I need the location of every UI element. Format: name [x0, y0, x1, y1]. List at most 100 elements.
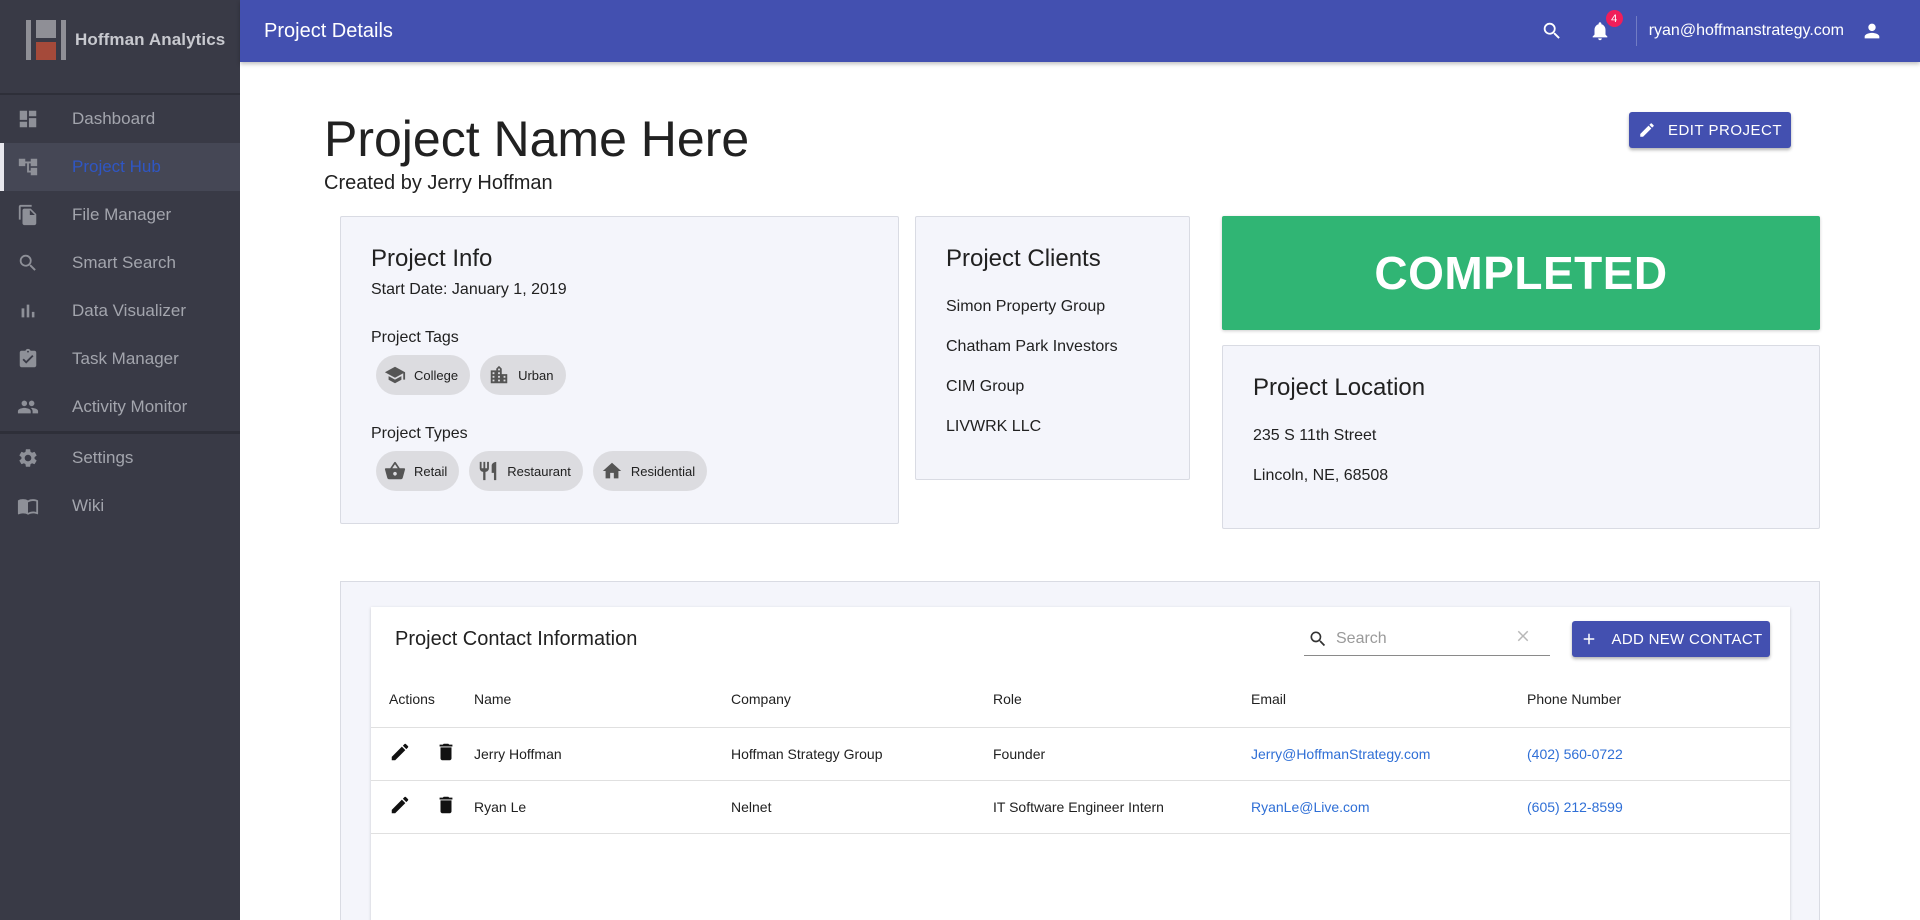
task-icon [16, 347, 40, 371]
sidebar-item-task-manager[interactable]: Task Manager [0, 335, 240, 383]
book-icon [16, 494, 40, 518]
project-types-label: Project Types [371, 425, 468, 442]
topbar-actions: 4 ryan@hoffmanstrategy.com [1540, 0, 1920, 62]
account-icon[interactable] [1860, 19, 1884, 43]
chip-label: College [414, 367, 459, 383]
chip-label: Residential [630, 463, 696, 479]
project-info-title: Project Info [371, 245, 493, 272]
search-icon[interactable] [1540, 19, 1564, 43]
address: 235 S 11th Street Lincoln, NE, 68508 [1253, 416, 1789, 496]
user-email[interactable]: ryan@hoffmanstrategy.com [1649, 22, 1844, 40]
column-header[interactable]: Actions [371, 671, 474, 728]
type-chip-retail[interactable]: Retail [376, 451, 460, 491]
client-item: Simon Property Group [946, 298, 1106, 315]
sidebar-item-dashboard[interactable]: Dashboard [0, 95, 240, 143]
brand[interactable]: Hoffman Analytics [0, 0, 240, 80]
address-line-2: Lincoln, NE, 68508 [1253, 467, 1389, 484]
client-item: LIVWRK LLC [946, 418, 1042, 435]
project-tags: College Urban [371, 355, 868, 395]
project-location-card: Project Location 235 S 11th Street Linco… [1222, 345, 1820, 529]
add-new-contact-button[interactable]: ADD NEW CONTACT [1572, 621, 1770, 657]
tag-chip-urban[interactable]: Urban [480, 355, 566, 395]
gear-icon [16, 446, 40, 470]
client-item: Chatham Park Investors [946, 338, 1118, 355]
type-chip-residential[interactable]: Residential [592, 451, 708, 491]
pencil-icon [1640, 123, 1654, 137]
notifications-button[interactable]: 4 [1588, 10, 1623, 43]
divider [0, 80, 240, 95]
cell-role: IT Software Engineer Intern [993, 780, 1251, 834]
sidebar-item-label: Wiki [72, 496, 105, 515]
sidebar-item-label: Activity Monitor [72, 397, 188, 416]
email-link[interactable]: Jerry@HoffmanStrategy.com [1251, 746, 1430, 762]
row-actions [371, 727, 474, 781]
cell-phone: (605) 212-8599 [1527, 780, 1790, 834]
search-icon [1310, 631, 1326, 646]
pencil-icon[interactable] [389, 794, 411, 816]
pencil-icon[interactable] [389, 741, 411, 763]
project-types: Retail Restaurant Residential [371, 451, 868, 491]
project-clients-card: Project Clients Simon Property Group Cha… [915, 216, 1190, 480]
sidebar-item-label: Dashboard [72, 109, 156, 128]
table-row: Jerry Hoffman Hoffman Strategy Group Fou… [371, 727, 1790, 781]
brand-name: Hoffman Analytics [75, 30, 226, 49]
chip-label: Restaurant [507, 463, 571, 479]
home-icon [602, 462, 622, 479]
trash-icon[interactable] [435, 741, 457, 763]
column-header[interactable]: Role [993, 671, 1251, 728]
file-icon [16, 203, 40, 227]
sidebar-item-settings[interactable]: Settings [0, 434, 240, 482]
contacts-table: Actions Name Company Role Email Phone Nu… [371, 671, 1790, 834]
phone-link[interactable]: (605) 212-8599 [1527, 799, 1623, 815]
column-header[interactable]: Name [474, 671, 731, 728]
sidebar-item-label: File Manager [72, 205, 172, 224]
contacts-section: Project Contact Information ADD NEW CONT… [340, 581, 1820, 920]
phone-link[interactable]: (402) 560-0722 [1527, 746, 1623, 762]
sidebar-item-label: Task Manager [72, 349, 179, 368]
sidebar-item-label: Data Visualizer [72, 301, 187, 320]
sidebar-item-project-hub[interactable]: Project Hub [0, 143, 240, 191]
divider [1635, 16, 1637, 46]
page-header-title: Project Details [264, 19, 393, 42]
trash-icon[interactable] [435, 794, 457, 816]
type-chip-restaurant[interactable]: Restaurant [469, 451, 583, 491]
search-input[interactable] [1336, 629, 1506, 648]
cell-name: Ryan Le [474, 780, 731, 834]
sidebar-item-file-manager[interactable]: File Manager [0, 191, 240, 239]
table-header-row: Actions Name Company Role Email Phone Nu… [371, 671, 1790, 728]
cell-phone: (402) 560-0722 [1527, 727, 1790, 781]
sidebar-item-activity-monitor[interactable]: Activity Monitor [0, 383, 240, 431]
row-actions [371, 780, 474, 834]
tag-chip-college[interactable]: College [376, 355, 471, 395]
edit-project-label: EDIT PROJECT [1667, 121, 1783, 139]
bar-chart-icon [16, 299, 40, 323]
column-header[interactable]: Company [731, 671, 993, 728]
contacts-table-card: Project Contact Information ADD NEW CONT… [371, 607, 1790, 920]
add-contact-label: ADD NEW CONTACT [1611, 630, 1763, 648]
project-created-by: Created by Jerry Hoffman [324, 172, 553, 194]
hub-icon [16, 155, 40, 179]
client-item: CIM Group [946, 378, 1025, 395]
project-location-title: Project Location [1253, 374, 1426, 401]
project-name: Project Name Here [324, 111, 750, 167]
project-clients-title: Project Clients [946, 245, 1101, 272]
sidebar-item-smart-search[interactable]: Smart Search [0, 239, 240, 287]
building-icon [490, 365, 508, 384]
edit-project-button[interactable]: EDIT PROJECT [1629, 112, 1791, 148]
close-icon[interactable] [1514, 627, 1532, 650]
top-app-bar: Project Details 4 ryan@hoffmanstrategy.c… [240, 0, 1920, 62]
chip-label: Retail [414, 463, 448, 479]
school-icon [384, 366, 406, 384]
contacts-search [1304, 622, 1550, 656]
contacts-toolbar: Project Contact Information ADD NEW CONT… [371, 607, 1790, 671]
column-header[interactable]: Phone Number [1527, 671, 1790, 728]
project-info-card: Project Info Start Date: January 1, 2019… [340, 216, 899, 524]
cell-role: Founder [993, 727, 1251, 781]
search-icon [16, 251, 40, 275]
sidebar-item-data-visualizer[interactable]: Data Visualizer [0, 287, 240, 335]
email-link[interactable]: RyanLe@Live.com [1251, 799, 1370, 815]
column-header[interactable]: Email [1251, 671, 1527, 728]
cell-email: RyanLe@Live.com [1251, 780, 1527, 834]
sidebar-item-wiki[interactable]: Wiki [0, 482, 240, 530]
sidebar-item-label: Project Hub [72, 157, 161, 176]
